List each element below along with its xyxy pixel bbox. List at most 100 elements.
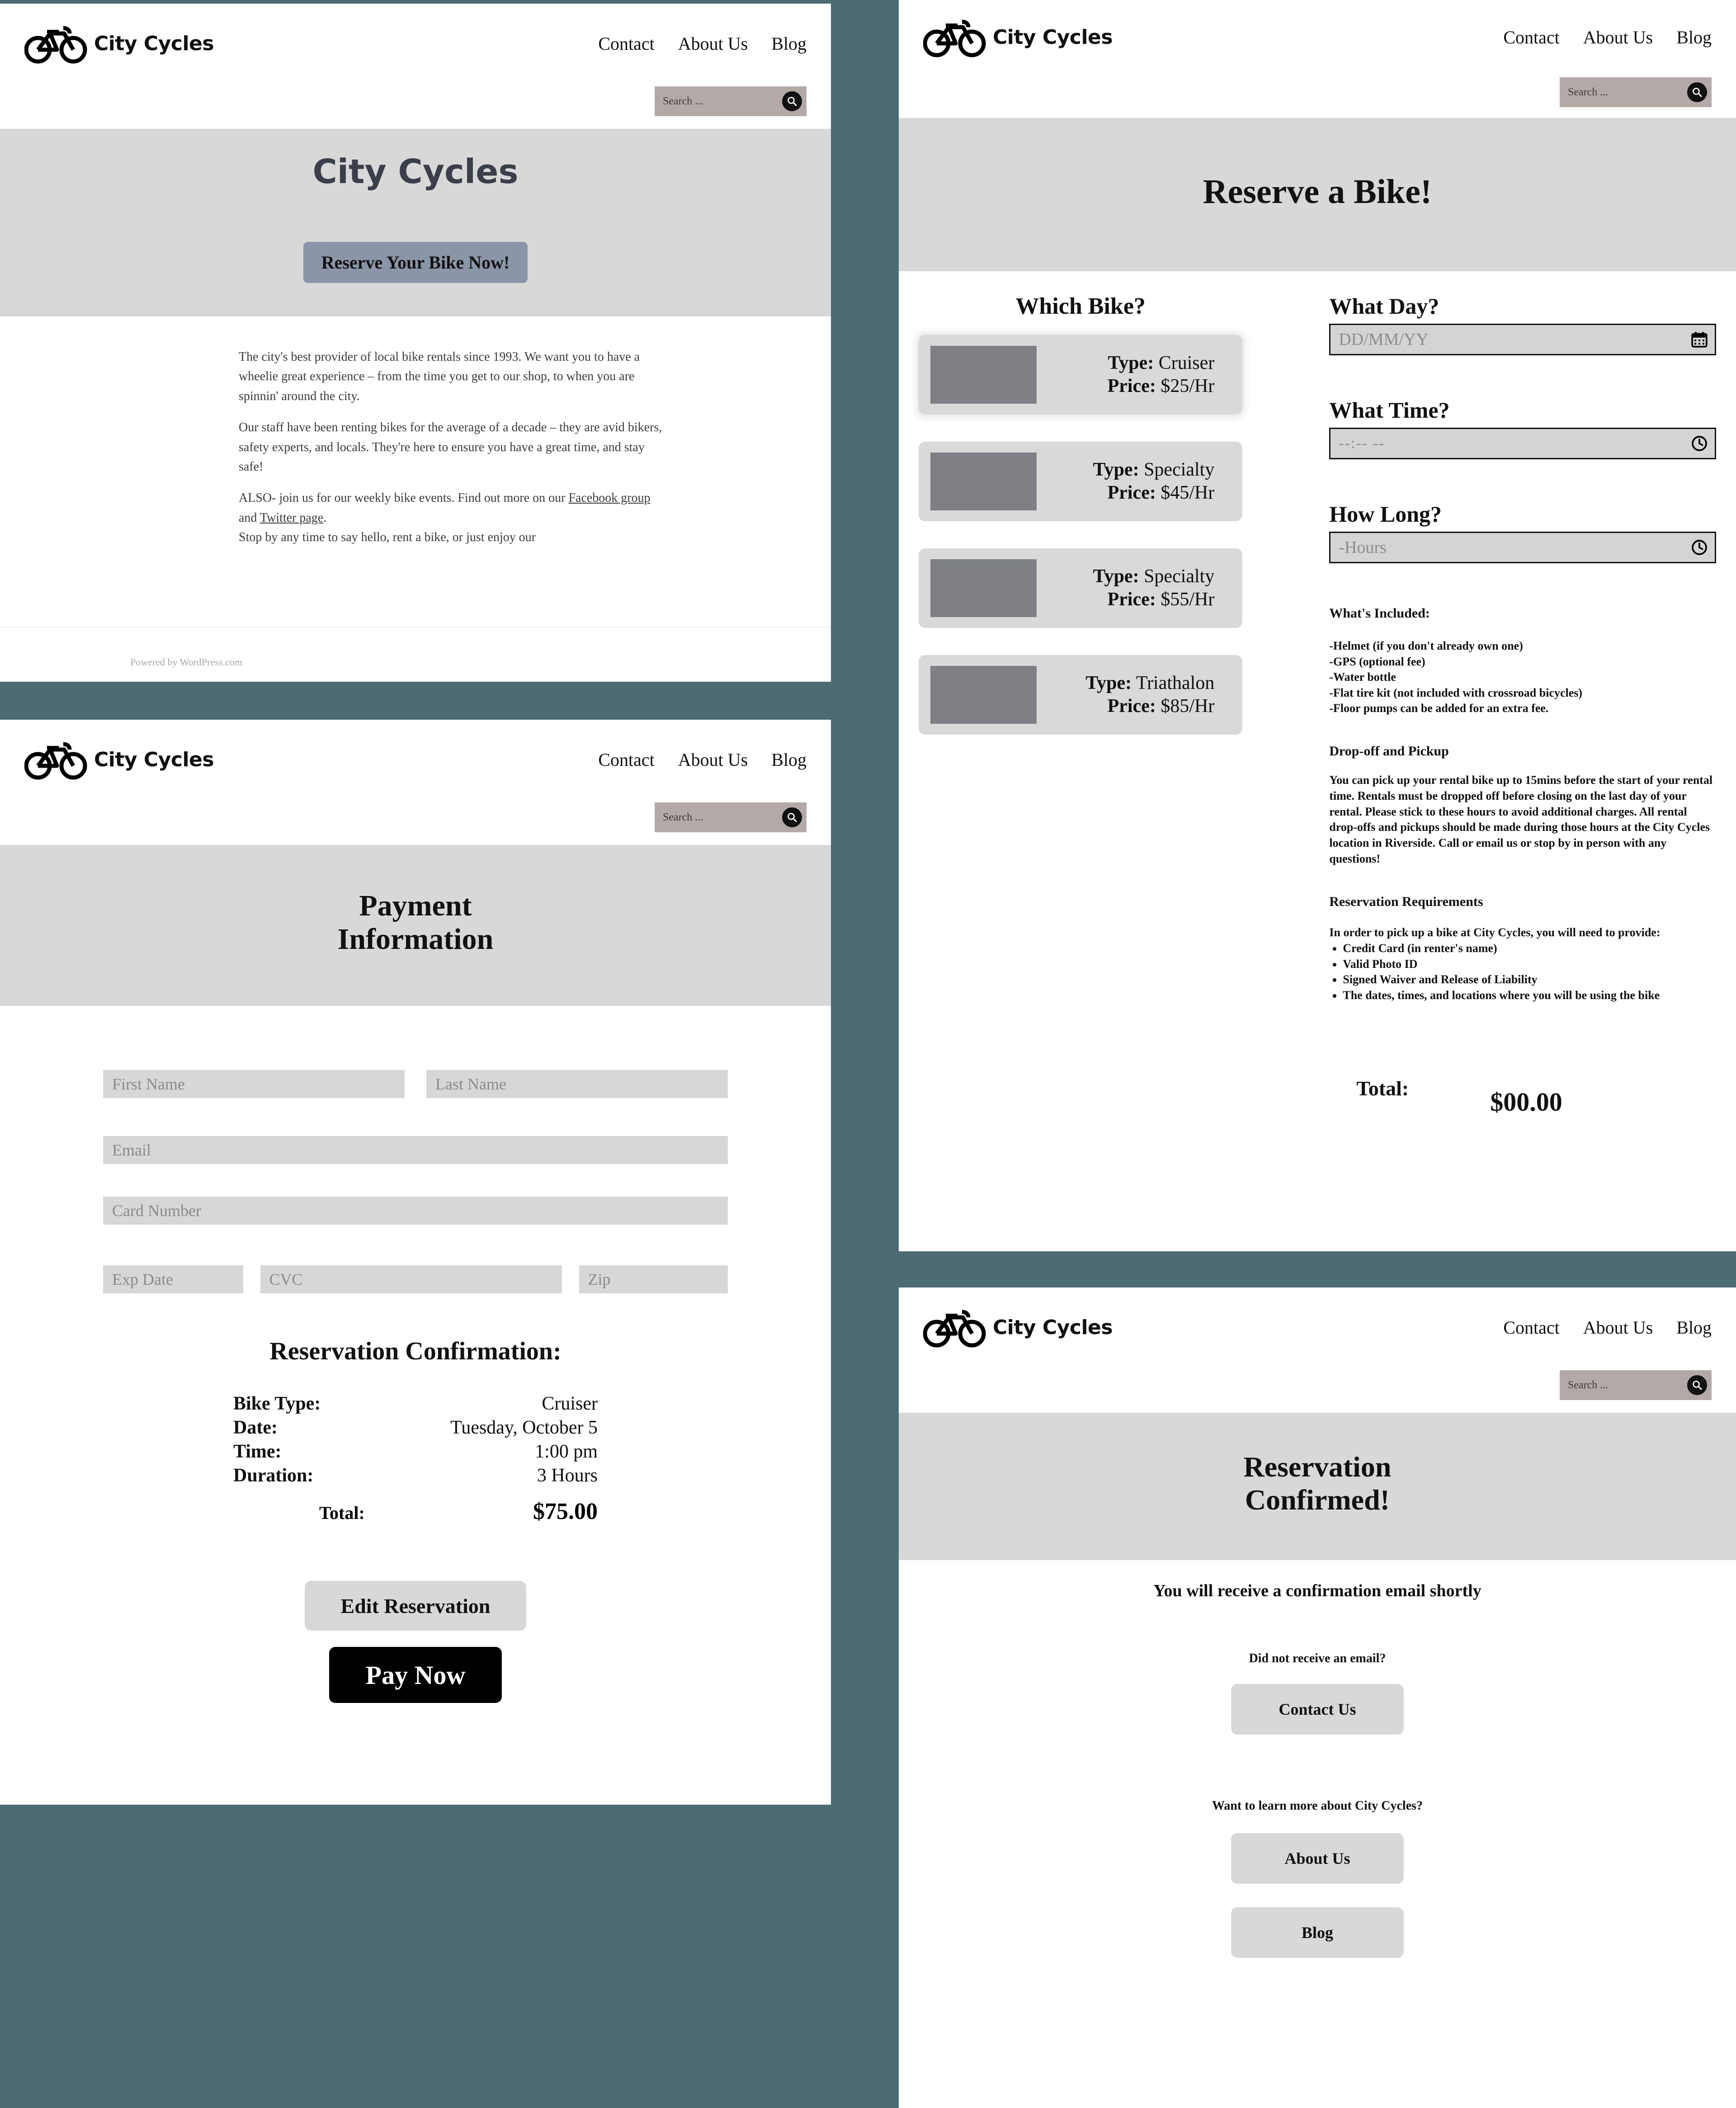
reservation-requirements-section: Reservation Requirements In order to pic… xyxy=(1329,894,1716,1004)
brand-name: City Cycles xyxy=(94,748,214,771)
search-input[interactable]: Search ... xyxy=(663,811,782,824)
nav-item-contact[interactable]: Contact xyxy=(1503,27,1559,48)
bike-type-label: Type: xyxy=(1093,566,1139,587)
reservation-requirements-heading: Reservation Requirements xyxy=(1329,894,1483,909)
nav-item-contact[interactable]: Contact xyxy=(1503,1317,1559,1338)
dropoff-pickup-body: You can pick up your rental bike up to 1… xyxy=(1329,773,1713,866)
home-hero-title: City Cycles xyxy=(312,152,519,191)
site-logo-reserve[interactable]: City Cycles xyxy=(923,14,1113,61)
reservation-confirmation-title: Reservation Confirmation: xyxy=(269,1337,561,1365)
exp-date-field[interactable]: Exp Date xyxy=(103,1265,243,1293)
search-icon[interactable] xyxy=(782,807,802,827)
site-logo-home[interactable]: City Cycles xyxy=(24,20,214,67)
bike-option-card[interactable]: Type: Cruiser Price: $25/Hr xyxy=(919,335,1243,415)
nav-item-blog[interactable]: Blog xyxy=(771,33,807,54)
time-value: 1:00 pm xyxy=(535,1441,598,1462)
home-page-panel: City Cycles Contact About Us Blog Search… xyxy=(0,4,831,682)
requirements-intro: In order to pick up a bike at City Cycle… xyxy=(1329,925,1661,939)
search-box-home[interactable]: Search ... xyxy=(655,86,807,116)
search-icon[interactable] xyxy=(1687,1375,1707,1395)
site-logo-confirmed[interactable]: City Cycles xyxy=(923,1304,1113,1351)
clock-icon[interactable] xyxy=(1690,434,1708,453)
search-input[interactable]: Search ... xyxy=(1568,86,1687,99)
dropoff-pickup-section: Drop-off and Pickup You can pick up your… xyxy=(1329,744,1716,867)
time-input[interactable]: --:-- -- xyxy=(1329,428,1716,459)
search-icon[interactable] xyxy=(782,91,802,111)
search-box-payment[interactable]: Search ... xyxy=(655,802,807,832)
payment-form: First Name Last Name Email Card Number E… xyxy=(0,1006,831,1293)
nav-item-about-us[interactable]: About Us xyxy=(678,33,748,54)
main-nav-payment: Contact About Us Blog xyxy=(598,749,807,770)
date-input[interactable]: DD/MM/YY xyxy=(1329,324,1716,355)
reserve-your-bike-button[interactable]: Reserve Your Bike Now! xyxy=(303,242,528,283)
bike-price-value: $55/Hr xyxy=(1160,589,1215,610)
duration-input[interactable]: -Hours xyxy=(1329,532,1716,563)
nav-item-about-us[interactable]: About Us xyxy=(1583,27,1653,48)
reserve-total-row: Total: $00.00 xyxy=(1329,1071,1716,1117)
bike-price-value: $85/Hr xyxy=(1160,696,1215,717)
bike-type-value: Cruiser xyxy=(1158,352,1215,373)
duration-value: 3 Hours xyxy=(537,1465,598,1486)
calendar-icon[interactable] xyxy=(1690,330,1708,349)
contact-us-button[interactable]: Contact Us xyxy=(1231,1684,1404,1735)
bike-price-label: Price: xyxy=(1107,589,1156,610)
blog-button[interactable]: Blog xyxy=(1231,1907,1404,1958)
home-about-text: The city's best provider of local bike r… xyxy=(239,347,670,547)
learn-more-prompt: Want to learn more about City Cycles? xyxy=(1212,1798,1423,1813)
bike-option-card[interactable]: Type: Specialty Price: $55/Hr xyxy=(919,548,1243,628)
table-row: Time: 1:00 pm xyxy=(233,1440,598,1464)
bike-option-card[interactable]: Type: Specialty Price: $45/Hr xyxy=(919,442,1243,521)
main-nav-reserve: Contact About Us Blog xyxy=(1503,27,1712,48)
nav-item-about-us[interactable]: About Us xyxy=(678,749,748,770)
email-field[interactable]: Email xyxy=(103,1136,728,1164)
search-box-confirmed[interactable]: Search ... xyxy=(1560,1370,1712,1400)
edit-reservation-button[interactable]: Edit Reservation xyxy=(305,1581,526,1631)
site-logo-payment[interactable]: City Cycles xyxy=(24,736,214,783)
bicycle-icon xyxy=(923,1304,986,1351)
search-box-reserve[interactable]: Search ... xyxy=(1560,77,1712,107)
date-value: Tuesday, October 5 xyxy=(450,1417,598,1438)
requirement-item: Signed Waiver and Release of Liability xyxy=(1343,972,1716,988)
zip-field[interactable]: Zip xyxy=(579,1265,728,1293)
whats-included-list: -Helmet (if you don't already own one) -… xyxy=(1329,638,1716,717)
confirmed-hero-band: Reservation Confirmed! xyxy=(899,1413,1736,1560)
time-input-placeholder: --:-- -- xyxy=(1339,435,1385,452)
bike-price-label: Price: xyxy=(1107,482,1156,503)
bike-option-card[interactable]: Type: Triathalon Price: $85/Hr xyxy=(919,655,1243,735)
clock-icon[interactable] xyxy=(1690,538,1708,556)
reserve-page-panel: City Cycles Contact About Us Blog Search… xyxy=(899,0,1736,1251)
what-time-field-group: What Time? --:-- -- xyxy=(1329,397,1716,459)
nav-item-contact[interactable]: Contact xyxy=(598,33,654,54)
nav-item-blog[interactable]: Blog xyxy=(771,749,807,770)
included-line: -Flat tire kit (not included with crossr… xyxy=(1329,686,1583,699)
confirmed-hero-title-line2: Confirmed! xyxy=(1245,1483,1390,1516)
powered-by-credit[interactable]: Powered by WordPress.com xyxy=(130,656,831,668)
bike-photo-placeholder xyxy=(930,666,1037,724)
twitter-page-link[interactable]: Twitter page xyxy=(260,511,323,525)
bike-price-label: Price: xyxy=(1107,696,1156,717)
requirement-item: Valid Photo ID xyxy=(1343,957,1716,972)
card-number-field[interactable]: Card Number xyxy=(103,1196,728,1225)
cvc-field[interactable]: CVC xyxy=(260,1265,562,1293)
payment-page-panel: City Cycles Contact About Us Blog Search… xyxy=(0,720,831,1805)
what-day-label: What Day? xyxy=(1329,293,1439,319)
payment-total-value: $75.00 xyxy=(533,1499,598,1525)
pay-now-button[interactable]: Pay Now xyxy=(329,1647,502,1703)
search-icon[interactable] xyxy=(1687,82,1707,102)
search-input[interactable]: Search ... xyxy=(1568,1379,1687,1391)
edit-reservation-row: Edit Reservation xyxy=(0,1581,831,1631)
about-us-button[interactable]: About Us xyxy=(1231,1833,1404,1884)
reserve-hero-band: Reserve a Bike! xyxy=(899,118,1736,271)
nav-item-blog[interactable]: Blog xyxy=(1676,27,1712,48)
search-input[interactable]: Search ... xyxy=(663,95,782,108)
payment-total-row: Total: $75.00 xyxy=(233,1498,598,1525)
nav-item-about-us[interactable]: About Us xyxy=(1583,1317,1653,1338)
first-name-field[interactable]: First Name xyxy=(103,1070,405,1098)
last-name-field[interactable]: Last Name xyxy=(426,1070,728,1098)
nav-item-blog[interactable]: Blog xyxy=(1676,1317,1712,1338)
nav-item-contact[interactable]: Contact xyxy=(598,749,654,770)
main-nav-confirmed: Contact About Us Blog xyxy=(1503,1317,1712,1338)
payment-total-label: Total: xyxy=(319,1503,365,1523)
facebook-group-link[interactable]: Facebook group xyxy=(568,491,650,505)
home-closing-line: Stop by any time to say hello, rent a bi… xyxy=(239,530,536,545)
